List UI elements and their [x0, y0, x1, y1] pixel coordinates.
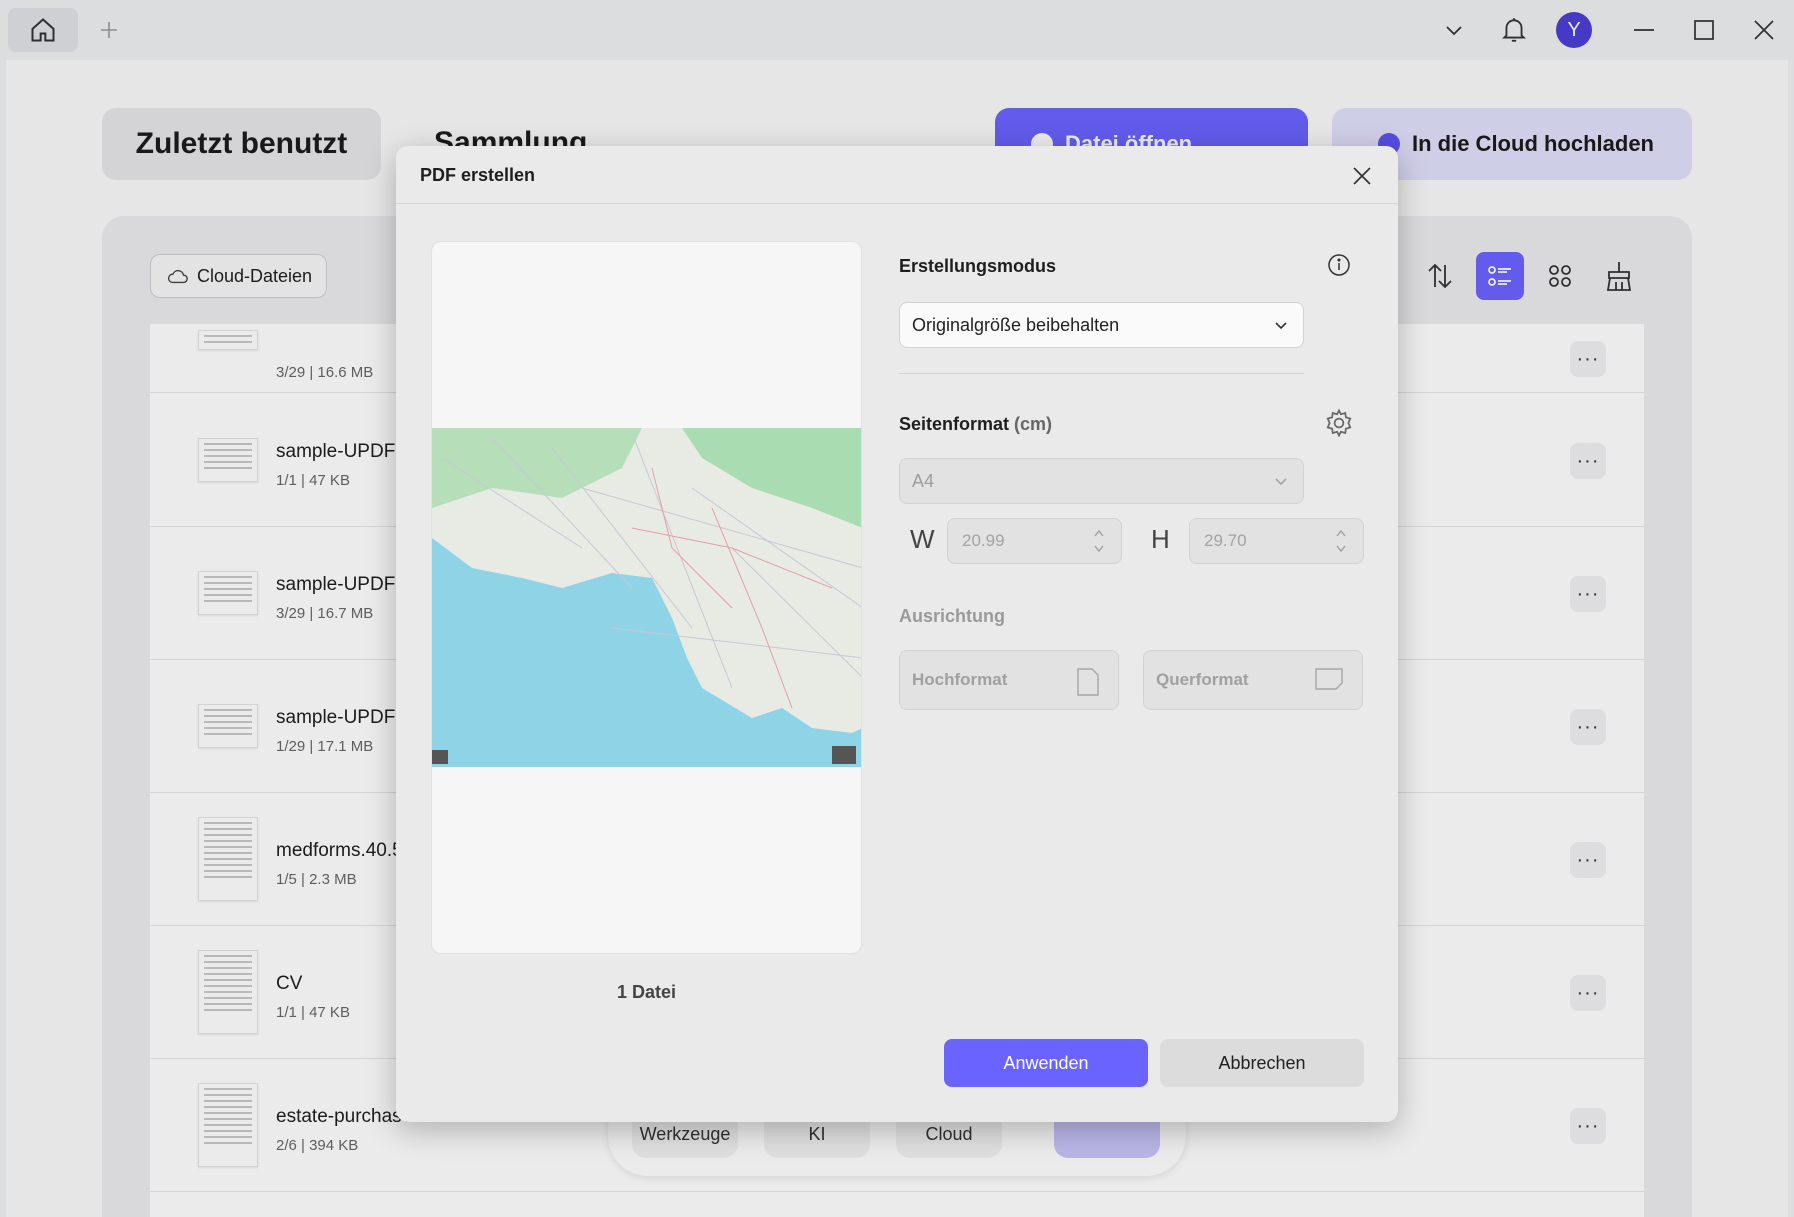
apply-button[interactable]: Anwenden [944, 1039, 1148, 1087]
width-value: 20.99 [962, 531, 1005, 550]
width-stepper[interactable]: 20.99 [947, 518, 1122, 564]
chevron-down-icon [1275, 478, 1287, 486]
page-format-text: Seitenformat [899, 414, 1010, 434]
dialog-title: PDF erstellen [420, 165, 536, 185]
cancel-button[interactable]: Abbrechen [1160, 1039, 1364, 1087]
orientation-label: Ausrichtung [899, 606, 1005, 626]
page-format-value: A4 [912, 470, 935, 491]
width-label: W [910, 524, 935, 554]
height-label: H [1151, 524, 1170, 554]
height-value: 29.70 [1204, 531, 1247, 550]
height-stepper[interactable]: 29.70 [1189, 518, 1364, 564]
dialog-header: PDF erstellen [396, 146, 1398, 204]
page-format-unit: (cm) [1014, 414, 1053, 434]
portrait-page-icon [1077, 668, 1099, 696]
section-divider [899, 373, 1304, 374]
file-count: 1 Datei [616, 982, 677, 1002]
gear-icon[interactable] [1324, 408, 1354, 438]
dialog-close-button[interactable] [1346, 160, 1378, 192]
landscape-option[interactable]: Querformat [1143, 650, 1363, 710]
create-pdf-dialog: PDF erstellen 1 Datei Erstellungsmodus O… [396, 146, 1398, 1122]
chevron-down-icon [1275, 322, 1287, 330]
file-preview [431, 241, 862, 954]
creation-mode-select[interactable]: Originalgröße beibehalten [899, 302, 1304, 348]
info-icon[interactable] [1327, 253, 1351, 277]
creation-mode-label: Erstellungsmodus [899, 256, 1057, 276]
stepper-arrows-icon[interactable] [1093, 527, 1105, 555]
map-image [432, 428, 861, 767]
landscape-label: Querformat [1156, 670, 1249, 689]
creation-mode-value: Originalgröße beibehalten [912, 314, 1120, 335]
portrait-label: Hochformat [912, 670, 1008, 689]
close-icon [1353, 167, 1371, 185]
portrait-option[interactable]: Hochformat [899, 650, 1119, 710]
landscape-page-icon [1315, 668, 1343, 690]
page-format-select[interactable]: A4 [899, 458, 1304, 504]
stepper-arrows-icon[interactable] [1335, 527, 1347, 555]
page-format-label: Seitenformat (cm) [899, 414, 1052, 435]
